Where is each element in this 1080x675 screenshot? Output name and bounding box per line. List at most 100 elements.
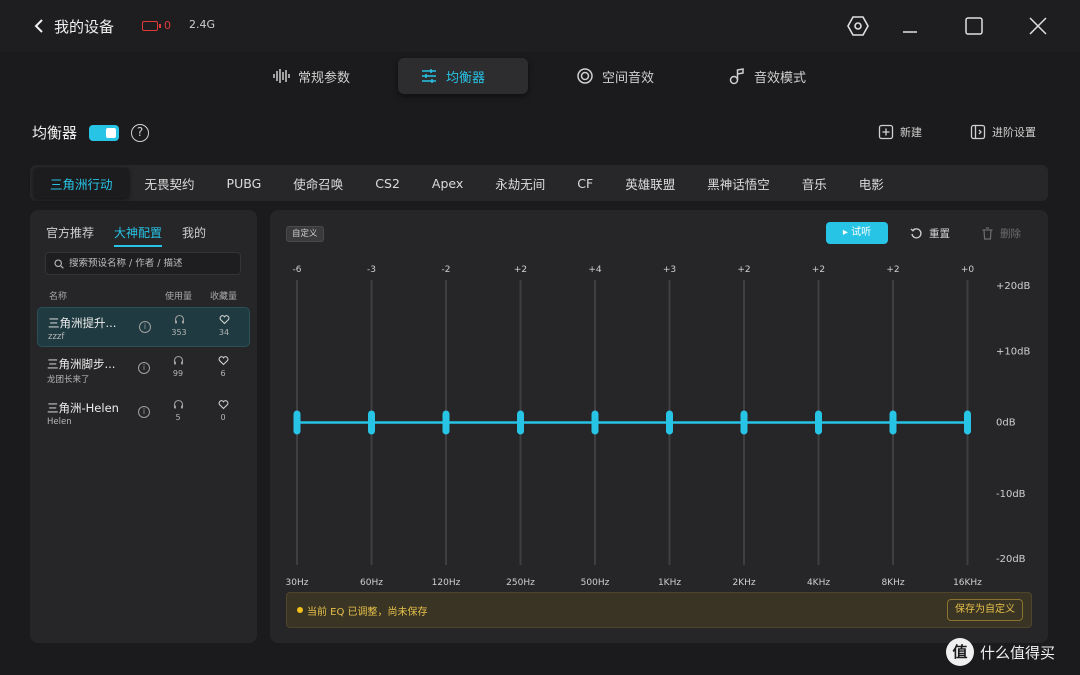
eq-band-handle[interactable] [889,410,897,435]
y-tick-label: -20dB [996,554,1026,565]
advanced-settings-button[interactable]: 进阶设置 [970,122,1036,142]
eq-band-handle[interactable] [740,410,748,435]
preset-row[interactable]: 三角洲提升... zzzf i 353 34 [37,307,250,347]
info-icon[interactable]: i [138,362,150,374]
frequency-label: 30Hz [286,578,309,588]
frequency-label: 4KHz [807,578,830,588]
settings-button[interactable] [844,12,872,40]
new-button[interactable]: 新建 [878,122,922,142]
main-tabs: 常规参数 均衡器 空间音效 音效模式 [250,58,856,94]
eq-band-handle[interactable] [591,410,599,435]
preset-source-tabs: 官方推荐 大神配置 我的 [46,224,206,247]
waveform-icon [273,69,290,83]
heart-icon[interactable] [208,399,238,410]
tab-spatial[interactable]: 空间音效 [554,58,706,94]
preset-list-panel: 官方推荐 大神配置 我的 名称 使用量 收藏量 三角洲提升... zzzf i 353… [30,210,257,643]
reset-label: 重置 [929,227,950,240]
connection-label: 2.4G [189,18,216,31]
eq-band-handle[interactable] [293,410,301,435]
frequency-label: 60Hz [360,578,383,588]
save-custom-button[interactable]: 保存为自定义 [947,599,1023,621]
game-tab[interactable]: 无畏契约 [129,168,211,198]
preset-name: 三角洲-Helen [47,401,119,415]
favorite-count: 34 [218,328,230,337]
info-icon[interactable]: i [138,406,150,418]
close-button[interactable] [1024,12,1052,40]
game-tab[interactable]: 黑神话悟空 [691,168,786,198]
eq-header: 均衡器 ? [32,122,150,143]
preset-row[interactable]: 三角洲脚步... 龙团长来了 i 99 6 [37,349,250,389]
maximize-button[interactable] [960,12,988,40]
favorite-count: 6 [220,369,226,378]
tab-sound-mode-label: 音效模式 [754,70,807,86]
tab-equalizer[interactable]: 均衡器 [398,58,528,94]
headphones-icon [163,355,193,366]
tab-mine[interactable]: 我的 [182,224,206,247]
back-button[interactable]: 我的设备 [34,14,114,38]
band-value-label: -6 [293,265,302,275]
reset-icon [910,227,922,238]
tab-general[interactable]: 常规参数 [250,58,398,94]
favorite-stat: 34 [209,314,239,337]
usage-stat: 353 [164,314,194,337]
game-tab[interactable]: CF [561,168,609,198]
y-tick-label: +20dB [996,281,1030,292]
heart-icon[interactable] [209,314,239,325]
eq-band-handle[interactable] [368,410,375,435]
usage-count: 353 [171,328,187,337]
preset-name: 三角洲提升... [48,316,117,330]
delete-label: 删除 [1000,227,1021,240]
y-tick-label: 0dB [996,418,1016,429]
y-tick-label: +10dB [996,346,1030,357]
new-label: 新建 [900,126,922,139]
game-tab[interactable]: 永劫无间 [479,168,561,198]
tab-official[interactable]: 官方推荐 [46,224,94,247]
eq-toggle[interactable] [89,124,120,141]
eq-band-handle[interactable] [964,410,971,435]
minimize-button[interactable] [896,12,924,40]
eq-band-handle[interactable] [442,410,450,435]
advanced-settings-icon [970,124,986,140]
reset-button[interactable]: 重置 [910,225,950,241]
headphones-icon [163,399,193,410]
advanced-settings-label: 进阶设置 [992,126,1036,139]
frequency-label: 1KHz [658,578,681,588]
eq-band-handle[interactable] [815,410,822,435]
listen-button[interactable]: ▸ 试听 [826,222,888,244]
band-value-label: +4 [588,265,602,275]
eq-chart: -6 -3 -2 +2 +4 +3 +2 +2 +2 +0 30Hz 60Hz 120Hz 250Hz 50… [286,265,1031,588]
search-box[interactable] [45,252,241,275]
spatial-icon [577,68,593,84]
back-label: 我的设备 [54,17,115,36]
watermark: 值 什么值得买 [946,638,1055,666]
plus-square-icon [878,124,894,140]
help-icon[interactable]: ? [131,123,150,142]
heart-icon[interactable] [208,355,238,366]
tab-sound-mode[interactable]: 音效模式 [706,58,856,94]
y-tick-label: -10dB [996,489,1026,500]
delete-button[interactable]: 删除 [981,225,1021,241]
watermark-text: 什么值得买 [980,643,1056,662]
game-tab[interactable]: 音乐 [786,168,843,198]
tab-expert[interactable]: 大神配置 [114,224,163,247]
usage-stat: 99 [163,355,193,378]
game-tab[interactable]: CS2 [359,168,416,198]
game-tab[interactable]: 使命召唤 [277,168,359,198]
eq-band-handle[interactable] [666,410,673,435]
band-value-label: +2 [812,265,825,275]
headphones-icon [164,314,194,325]
eq-band-handle[interactable] [517,410,524,435]
game-tab[interactable]: 电影 [843,168,900,198]
search-input[interactable] [69,258,239,269]
game-tab[interactable]: PUBG [211,168,278,198]
band-value-label: +3 [663,265,676,275]
game-tab[interactable]: 三角洲行动 [34,168,129,198]
battery-icon [142,20,161,31]
game-tab[interactable]: 英雄联盟 [609,168,691,198]
info-icon[interactable]: i [139,321,151,333]
preset-row[interactable]: 三角洲-Helen Helen i 5 0 [37,393,250,433]
game-tab[interactable]: Apex [416,168,479,198]
tab-general-label: 常规参数 [298,70,351,86]
band-value-label: +2 [737,265,750,275]
preset-name: 三角洲脚步... [47,357,116,371]
